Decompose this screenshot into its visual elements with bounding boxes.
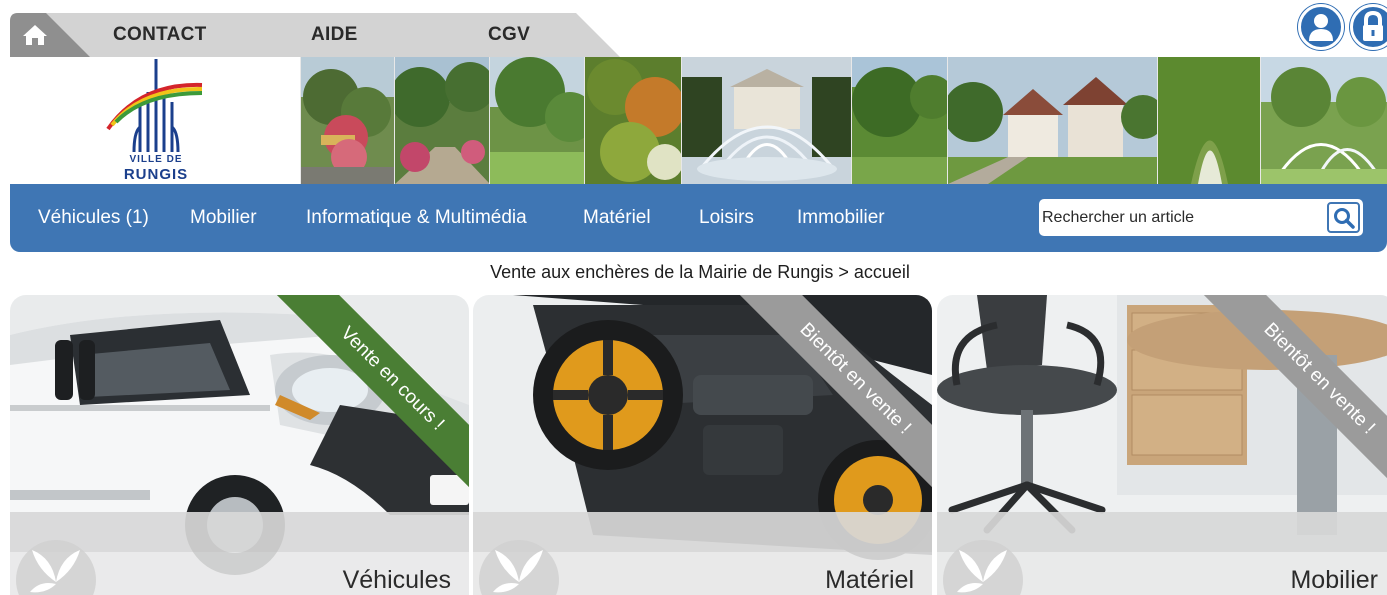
banner-photo-fountain-park <box>1260 57 1387 184</box>
account-button[interactable] <box>1298 4 1344 50</box>
help-link[interactable]: AIDE <box>311 13 358 57</box>
card-footer: Véhicules <box>10 512 469 595</box>
home-icon <box>23 25 47 45</box>
banner-photo-fountain <box>681 57 851 184</box>
card-title: Véhicules <box>342 566 451 594</box>
banner-photo-garden <box>584 57 681 184</box>
nav-item-informatique[interactable]: Informatique & Multimédia <box>306 184 527 252</box>
category-card-materiel[interactable]: Bientôt en vente ! Matériel <box>473 295 932 595</box>
leaf-icon <box>16 540 96 595</box>
logo-mark-icon <box>106 59 203 153</box>
lock-icon <box>1363 10 1383 41</box>
home-button[interactable] <box>10 13 90 57</box>
banner-photo-arbor <box>1157 57 1260 184</box>
card-title: Mobilier <box>1290 566 1378 594</box>
category-card-vehicules[interactable]: Vente en cours ! Véhicules <box>10 295 469 595</box>
header-banner: VILLE DE RUNGIS <box>10 57 1387 184</box>
banner-photo-trees <box>489 57 584 184</box>
search-button[interactable] <box>1327 202 1360 233</box>
card-footer: Matériel <box>473 512 932 595</box>
banner-photo-flowers <box>300 57 394 184</box>
leaf-icon <box>479 540 559 595</box>
user-icon <box>1309 14 1333 41</box>
nav-item-vehicules[interactable]: Véhicules (1) <box>38 184 149 252</box>
logo-line-1: VILLE DE <box>129 154 183 165</box>
leaf-icon <box>943 540 1023 595</box>
search-input[interactable] <box>1039 199 1323 236</box>
search-box <box>1039 199 1363 236</box>
banner-photo-park <box>851 57 947 184</box>
main-navigation: Véhicules (1) Mobilier Informatique & Mu… <box>10 184 1387 252</box>
banner-photo-houses <box>947 57 1157 184</box>
site-logo[interactable]: VILLE DE RUNGIS <box>10 57 300 184</box>
contact-link[interactable]: CONTACT <box>113 13 207 57</box>
logo-line-2: RUNGIS <box>123 166 189 183</box>
top-tab-bar: CONTACT AIDE CGV <box>10 13 620 57</box>
banner-photo-path <box>394 57 489 184</box>
terms-link[interactable]: CGV <box>488 13 530 57</box>
card-title: Matériel <box>825 566 914 594</box>
nav-item-mobilier[interactable]: Mobilier <box>190 184 257 252</box>
login-button[interactable] <box>1350 4 1387 50</box>
category-card-mobilier[interactable]: Bientôt en vente ! Mobilier <box>937 295 1387 595</box>
breadcrumb: Vente aux enchères de la Mairie de Rungi… <box>490 262 910 282</box>
search-icon <box>1333 207 1355 229</box>
nav-item-immobilier[interactable]: Immobilier <box>797 184 885 252</box>
card-footer: Mobilier <box>937 512 1387 595</box>
nav-item-loisirs[interactable]: Loisirs <box>699 184 754 252</box>
nav-item-materiel[interactable]: Matériel <box>583 184 651 252</box>
